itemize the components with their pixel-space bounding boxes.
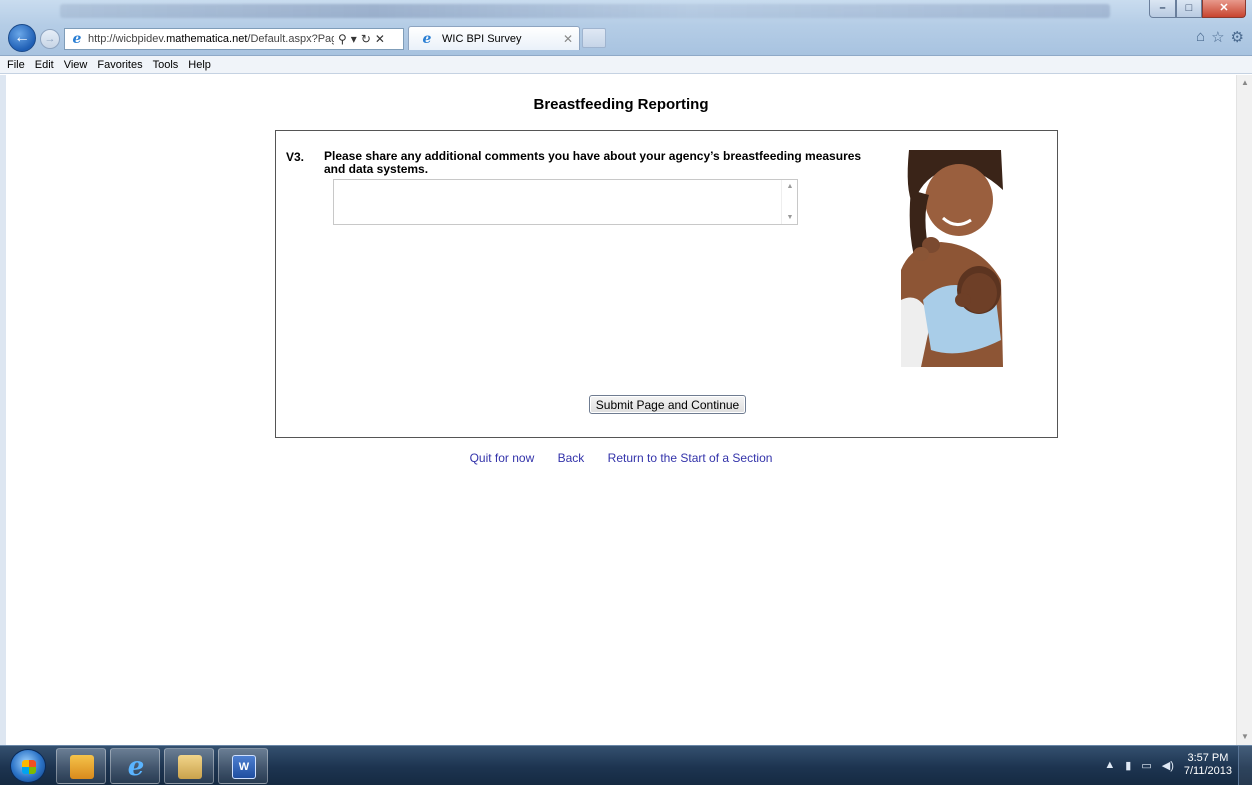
system-tray: ▲ ▮ ▭ ◀) 3:57 PM 7/11/2013 — [1104, 752, 1232, 778]
back-arrow-icon[interactable]: ← — [8, 24, 36, 52]
address-url[interactable]: http://wicbpidev.mathematica.net/Default… — [88, 33, 334, 45]
outlook-icon — [70, 755, 94, 779]
clock[interactable]: 3:57 PM 7/11/2013 — [1184, 752, 1232, 778]
settings-gear-icon[interactable]: ⚙ — [1231, 28, 1244, 46]
dropdown-icon[interactable]: ▾ — [351, 32, 357, 46]
back-link[interactable]: Back — [558, 451, 585, 465]
menu-file[interactable]: File — [2, 59, 30, 71]
search-icon[interactable]: ⚲ — [338, 32, 347, 46]
outlook-taskbar-button[interactable] — [56, 748, 106, 784]
clock-time: 3:57 PM — [1187, 752, 1229, 764]
refresh-icon[interactable]: ↻ — [361, 32, 371, 46]
window-title-blurred — [60, 4, 1110, 18]
ie-page-icon: e — [72, 31, 82, 47]
comments-textarea[interactable] — [333, 179, 798, 225]
page-title: Breastfeeding Reporting — [533, 96, 709, 113]
scroll-down-arrow-icon[interactable]: ▼ — [1237, 729, 1252, 745]
windows-taskbar: e W ▲ ▮ ▭ ◀) 3:57 PM 7/11/2013 — [0, 745, 1252, 785]
internet-explorer-icon: e — [127, 752, 145, 782]
power-icon[interactable]: ▮ — [1125, 759, 1131, 772]
stop-icon[interactable]: ✕ — [375, 32, 385, 46]
browser-title-bar: – □ ✕ ← → e http://wicbpidev.mathematica… — [0, 0, 1252, 56]
ie-taskbar-button[interactable]: e — [110, 748, 160, 784]
forward-arrow-icon[interactable]: → — [40, 29, 60, 49]
menu-tools[interactable]: Tools — [148, 59, 184, 71]
folder-icon — [178, 755, 202, 779]
new-tab-button[interactable] — [582, 28, 606, 48]
menu-view[interactable]: View — [59, 59, 93, 71]
question-text: Please share any additional comments you… — [324, 149, 862, 176]
scroll-up-arrow-icon[interactable]: ▲ — [1237, 75, 1252, 91]
toolbar-icons: ⌂ ☆ ⚙ — [1196, 28, 1244, 46]
word-taskbar-button[interactable]: W — [218, 748, 268, 784]
network-icon[interactable]: ▭ — [1141, 759, 1151, 772]
browser-tab[interactable]: e WIC BPI Survey ✕ — [408, 26, 580, 50]
show-desktop-button[interactable] — [1238, 746, 1252, 785]
clock-date: 7/11/2013 — [1183, 765, 1232, 777]
menu-edit[interactable]: Edit — [30, 59, 59, 71]
tab-ie-icon: e — [422, 30, 432, 47]
home-icon[interactable]: ⌂ — [1196, 28, 1205, 46]
menu-bar: File Edit View Favorites Tools Help — [0, 56, 1252, 74]
return-to-section-link[interactable]: Return to the Start of a Section — [608, 451, 773, 465]
menu-help[interactable]: Help — [183, 59, 216, 71]
tab-close-icon[interactable]: ✕ — [563, 32, 573, 46]
mother-and-baby-photo — [901, 150, 1003, 367]
page-viewport: Breastfeeding Reporting V3. Please share… — [6, 75, 1236, 745]
navigation-row: ← → e http://wicbpidev.mathematica.net/D… — [0, 22, 1252, 54]
show-hidden-icons-icon[interactable]: ▲ — [1104, 759, 1115, 771]
minimize-button[interactable]: – — [1149, 0, 1176, 18]
footer-links: Quit for now Back Return to the Start of… — [6, 451, 1236, 465]
word-icon: W — [232, 755, 256, 779]
address-tools: ⚲ ▾ ↻ ✕ — [336, 32, 387, 46]
page-scrollbar[interactable]: ▲ ▼ — [1236, 75, 1252, 745]
quit-link[interactable]: Quit for now — [470, 451, 535, 465]
scroll-down-icon[interactable]: ▼ — [782, 214, 798, 221]
start-button[interactable] — [10, 749, 46, 783]
maximize-button[interactable]: □ — [1176, 0, 1202, 18]
submit-page-button[interactable]: Submit Page and Continue — [589, 395, 746, 414]
textarea-scrollbar[interactable]: ▲ ▼ — [781, 180, 797, 224]
survey-question-panel: V3. Please share any additional comments… — [275, 130, 1058, 438]
tab-title: WIC BPI Survey — [442, 32, 522, 45]
menu-favorites[interactable]: Favorites — [92, 59, 147, 71]
explorer-taskbar-button[interactable] — [164, 748, 214, 784]
volume-icon[interactable]: ◀) — [1162, 759, 1174, 772]
address-bar[interactable]: e http://wicbpidev.mathematica.net/Defau… — [64, 28, 404, 50]
close-window-button[interactable]: ✕ — [1202, 0, 1246, 18]
scroll-up-icon[interactable]: ▲ — [782, 183, 798, 190]
favorites-star-icon[interactable]: ☆ — [1211, 28, 1224, 46]
question-number: V3. — [286, 150, 305, 164]
window-controls: – □ ✕ — [1149, 0, 1246, 18]
